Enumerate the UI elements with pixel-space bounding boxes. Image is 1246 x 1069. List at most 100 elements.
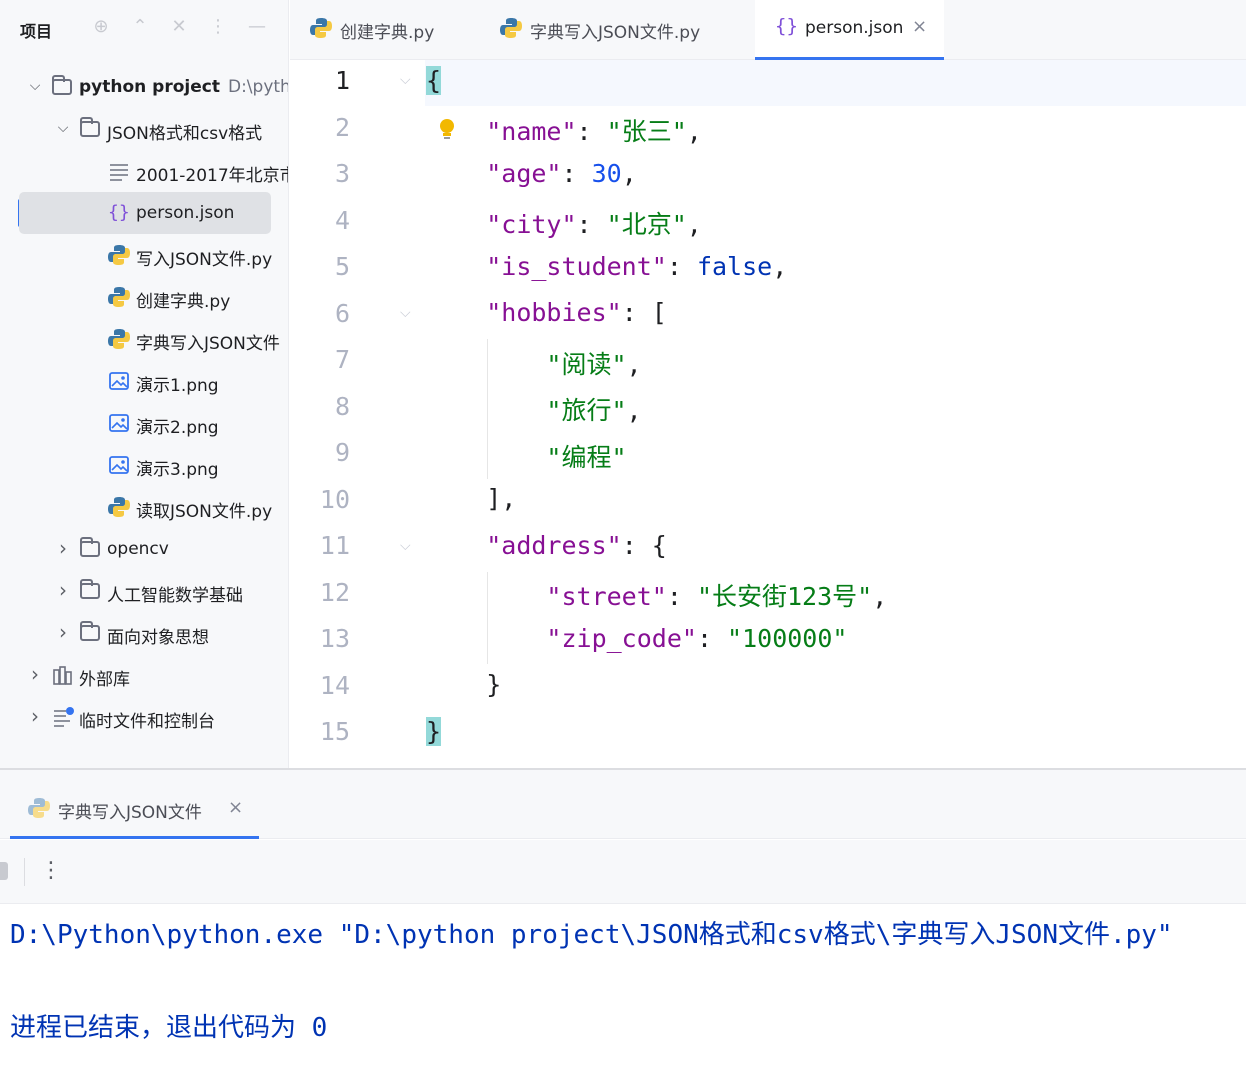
tree-item-text: 演示1.png (136, 376, 219, 396)
tree-item[interactable]: ⌵ JSON格式和csv格式 (0, 108, 288, 150)
python-file-icon (310, 18, 332, 38)
image-file-icon (108, 412, 130, 434)
code-line-3: "age": 30, (486, 159, 637, 188)
tree-item[interactable]: › 临时文件和控制台 (0, 696, 288, 738)
tree-item-label: 人工智能数学基础 (107, 581, 243, 606)
tree-item[interactable]: 字典写入JSON文件 (0, 318, 288, 360)
tree-item-label: 读取JSON文件.py (136, 497, 272, 522)
run-tab-bar: 字典写入JSON文件 × (0, 770, 1246, 839)
tab-label: 字典写入JSON文件.py (530, 23, 701, 43)
tree-item[interactable]: 创建字典.py (0, 276, 288, 318)
text-file-icon (108, 160, 130, 182)
tree-item[interactable]: 演示3.png (0, 444, 288, 486)
chevron-right-icon[interactable]: › (54, 622, 72, 642)
collapse-all-icon[interactable]: ✕ (168, 16, 190, 38)
code-line-8: "旅行", (546, 396, 642, 425)
tree-item-text: 演示2.png (136, 418, 219, 438)
tab-dict-write-json[interactable]: 字典写入JSON文件.py (480, 0, 755, 60)
editor-tab-bar: 创建字典.py 字典写入JSON文件.py {} person.json × (290, 0, 1246, 60)
run-tab-label: 字典写入JSON文件 (58, 803, 202, 823)
folder-icon (80, 117, 102, 140)
tree-item[interactable]: › 面向对象思想 (0, 612, 288, 654)
tab-create-dict[interactable]: 创建字典.py (290, 0, 480, 60)
code-line-5: "is_student": false, (486, 252, 788, 281)
console-output-line: D:\Python\python.exe "D:\python project\… (10, 920, 1173, 950)
line-number: 2 (334, 112, 350, 142)
line-number: 8 (334, 391, 350, 421)
tree-item-text: 字典写入JSON文件 (136, 334, 280, 354)
line-number: 9 (334, 438, 350, 467)
locate-icon[interactable]: ⊕ (90, 16, 112, 38)
tree-item-label: JSON格式和csv格式 (107, 119, 262, 144)
chevron-right-icon[interactable]: › (26, 664, 44, 684)
line-number: 4 (334, 205, 350, 235)
tree-item[interactable]: 2001-2017年北京市 (0, 150, 289, 192)
tree-item-text: 面向对象思想 (107, 628, 209, 648)
run-panel: 字典写入JSON文件 × ⋮ D:\Python\python.exe "D:\… (0, 768, 1246, 1069)
tree-item-label: 2001-2017年北京市 (136, 161, 289, 186)
tree-item[interactable]: 读取JSON文件.py (0, 486, 288, 528)
tree-item-label: 写入JSON文件.py (136, 245, 272, 270)
code-line-6: "hobbies": [ (486, 298, 667, 327)
chevron-down-icon[interactable]: ⌵ (26, 77, 44, 95)
chevron-right-icon[interactable]: › (54, 580, 72, 600)
scratches-icon (52, 706, 74, 728)
tree-item-label: 演示3.png (136, 455, 219, 480)
run-tab-close-icon[interactable]: × (228, 797, 243, 818)
chevron-right-icon[interactable]: › (54, 538, 72, 558)
tree-item-label: 字典写入JSON文件 (136, 329, 280, 354)
tree-item[interactable]: 演示1.png (0, 360, 288, 402)
python-file-icon (108, 328, 130, 350)
code-line-9: "编程" (546, 443, 627, 472)
code-line-12: "street": "长安街123号", (546, 582, 888, 611)
expand-all-icon[interactable]: ⌃ (129, 16, 151, 38)
fold-icon[interactable]: ⌵ (400, 305, 411, 321)
chevron-down-icon[interactable]: ⌵ (54, 119, 72, 137)
run-tab[interactable]: 字典写入JSON文件 × (10, 770, 259, 839)
python-file-icon (108, 496, 130, 518)
stop-icon[interactable] (0, 862, 8, 880)
folder-icon (52, 75, 74, 98)
python-file-icon (28, 798, 50, 818)
tree-item[interactable]: ⌵ python project D:\pythor (0, 66, 288, 108)
code-line-4: "city": "北京", (486, 210, 702, 239)
tab-close-icon[interactable]: × (912, 16, 927, 37)
tree-item[interactable]: 演示2.png (0, 402, 288, 444)
tree-item-label: 外部库 (79, 665, 130, 690)
chevron-right-icon[interactable]: › (26, 706, 44, 726)
tree-item-text: 演示3.png (136, 460, 219, 480)
tab-person-json[interactable]: {} person.json × (755, 0, 944, 60)
fold-icon[interactable]: ⌵ (400, 72, 411, 88)
tree-item-label: opencv (107, 539, 169, 559)
tree-item-text: 人工智能数学基础 (107, 586, 243, 606)
folder-icon (80, 579, 102, 602)
run-toolbar: ⋮ (0, 840, 1246, 904)
project-panel-header: 项目 ⊕ ⌃ ✕ ⋮ — (0, 0, 288, 58)
image-file-icon (108, 454, 130, 476)
python-file-icon (500, 18, 522, 38)
more-options-icon[interactable]: ⋮ (40, 858, 62, 883)
python-file-icon (108, 244, 130, 266)
tree-item[interactable]: 写入JSON文件.py (0, 234, 288, 276)
code-editor[interactable]: 1 2 3 4 5 6 7 8 9 10 11 12 13 14 15 ⌵ ⌵ ⌵ { "name": "张… (290, 60, 1246, 768)
tree-item[interactable]: {} person.json (19, 192, 271, 234)
code-line-14: } (426, 670, 502, 699)
hide-icon[interactable]: — (246, 16, 268, 38)
current-line-highlight (425, 60, 1246, 106)
tree-item-text: 2001-2017年北京市 (136, 166, 289, 186)
tree-item-label: 演示1.png (136, 371, 219, 396)
tree-item[interactable]: › 外部库 (0, 654, 288, 696)
tree-item-text: person.json (136, 203, 235, 223)
line-number: 5 (334, 252, 350, 281)
tree-item[interactable]: › opencv (0, 528, 288, 570)
fold-icon[interactable]: ⌵ (400, 538, 411, 554)
library-icon (52, 664, 74, 686)
tree-item-label: 面向对象思想 (107, 623, 209, 648)
options-icon[interactable]: ⋮ (207, 16, 229, 38)
tree-item-label: 临时文件和控制台 (79, 707, 215, 732)
line-number-gutter: 1 2 3 4 5 6 7 8 9 10 11 12 13 14 15 (290, 60, 424, 768)
tree-item-text: 写入JSON文件.py (136, 250, 273, 270)
tree-item[interactable]: › 人工智能数学基础 (0, 570, 288, 612)
code-line-15: } (426, 717, 442, 746)
code-line-7: "阅读", (546, 350, 642, 379)
